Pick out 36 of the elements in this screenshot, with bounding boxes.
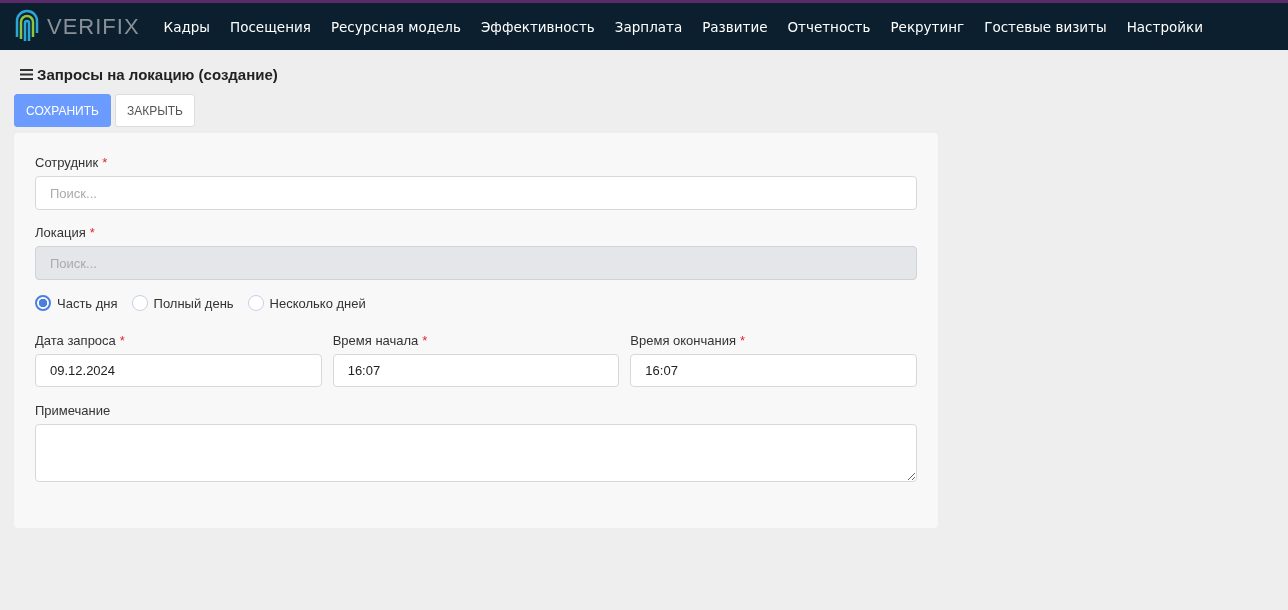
nav-menu-item[interactable]: Кадры — [163, 18, 210, 35]
field-label: Примечание — [35, 403, 111, 418]
nav-menu-item[interactable]: Рекрутинг — [890, 18, 965, 35]
page-title: Запросы на локацию (создание) — [37, 65, 278, 83]
input-field[interactable]: 16:07 — [630, 354, 917, 387]
close-button[interactable]: ЗАКРЫТЬ — [114, 94, 195, 127]
nav-menu-item[interactable]: Настройки — [1126, 18, 1203, 35]
radio-option[interactable]: Часть дня — [35, 295, 118, 311]
field-label: Время начала — [332, 333, 419, 348]
nav-menu-item[interactable]: Отчетность — [787, 18, 871, 35]
menu-icon[interactable] — [20, 68, 33, 80]
nav-menu-item[interactable]: Зарплата — [614, 18, 683, 35]
radio-option[interactable]: Полный день — [131, 295, 234, 311]
field-label: Дата запроса — [35, 333, 116, 348]
nav-menu-item[interactable]: Ресурсная модель — [330, 18, 461, 35]
radio-icon[interactable] — [131, 295, 148, 311]
nav-menu-item[interactable]: Эффективность — [480, 18, 595, 35]
required-mark: * — [119, 333, 125, 348]
required-mark: * — [89, 225, 95, 240]
input-field[interactable]: 09.12.2024 — [35, 354, 322, 387]
input-field[interactable]: 16:07 — [332, 354, 620, 387]
field-label: Сотрудник — [35, 155, 99, 170]
field-label: Время окончания — [630, 333, 736, 348]
nav-menu-item[interactable]: Посещения — [230, 18, 311, 35]
radio-option[interactable]: Несколько дней — [247, 295, 366, 311]
radio-icon[interactable] — [247, 295, 264, 311]
required-mark: * — [740, 333, 746, 348]
search-field[interactable]: Поиск... — [35, 176, 917, 210]
required-mark: * — [422, 333, 428, 348]
nav-menu-item[interactable]: Гостевые визиты — [984, 18, 1107, 35]
nav-menu-item[interactable]: Развитие — [702, 18, 768, 35]
field-label: Локация — [35, 225, 86, 240]
radio-icon[interactable] — [35, 295, 51, 311]
note-textarea[interactable] — [35, 424, 917, 482]
logo-text: VERIFIX — [47, 13, 140, 40]
required-mark: * — [102, 155, 108, 170]
